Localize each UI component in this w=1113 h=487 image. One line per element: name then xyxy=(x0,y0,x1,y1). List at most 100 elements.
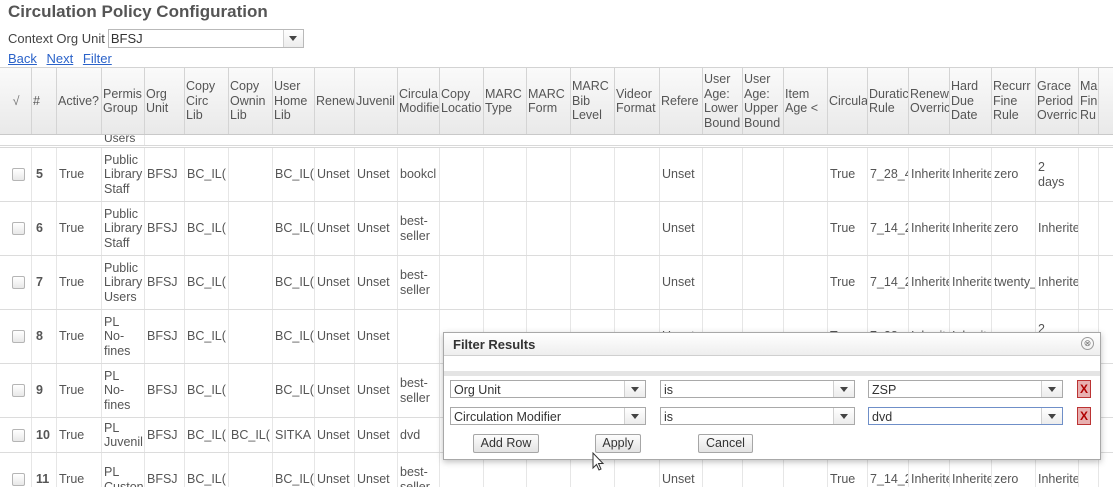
chevron-down-icon[interactable] xyxy=(833,408,854,424)
column-header[interactable]: Circula Modifie xyxy=(398,68,440,134)
close-icon[interactable]: ⊗ xyxy=(1081,337,1094,350)
remove-row-button[interactable]: X xyxy=(1077,380,1091,398)
column-header[interactable]: Renew Overric xyxy=(909,68,950,134)
table-cell: 7_28_4 xyxy=(868,148,909,201)
table-row[interactable]: 5 True Public Library Staff BFSJ BC_IL(BC_IL(U… xyxy=(0,148,1113,202)
column-header[interactable]: Copy Circ Lib xyxy=(185,68,229,134)
table-cell xyxy=(229,364,273,417)
table-cell xyxy=(1079,202,1099,255)
filter-field-select[interactable]: Circulation Modifier xyxy=(450,407,646,425)
table-cell: BC_IL( xyxy=(185,453,229,487)
table-cell xyxy=(398,310,440,363)
table-row-partial: Users xyxy=(0,135,1113,148)
filter-link[interactable]: Filter xyxy=(83,51,112,66)
chevron-down-icon[interactable] xyxy=(1041,381,1062,397)
column-header[interactable]: Active? xyxy=(57,68,102,134)
column-header[interactable]: Videor Format xyxy=(615,68,660,134)
table-cell: BC_IL( xyxy=(185,418,229,452)
table-cell: Inherite xyxy=(1036,256,1079,309)
row-checkbox[interactable] xyxy=(12,473,25,486)
table-cell xyxy=(784,148,828,201)
column-header[interactable]: Hard Due Date xyxy=(950,68,992,134)
column-header[interactable]: # xyxy=(32,68,57,134)
column-header[interactable]: Refere xyxy=(660,68,703,134)
column-header[interactable]: User Age: Upper Bound xyxy=(743,68,784,134)
remove-row-button[interactable]: X xyxy=(1077,407,1091,425)
row-checkbox[interactable] xyxy=(12,222,25,235)
table-cell: Unset xyxy=(355,202,398,255)
table-cell: True xyxy=(57,256,102,309)
filter-operator-value: is xyxy=(664,410,674,424)
chevron-down-icon[interactable] xyxy=(1041,408,1062,424)
table-cell: PL No-fines xyxy=(102,310,145,363)
column-header[interactable]: MARC Type xyxy=(484,68,527,134)
filter-field-value: Circulation Modifier xyxy=(454,410,561,424)
chevron-down-icon[interactable] xyxy=(833,381,854,397)
filter-field-value: Org Unit xyxy=(454,383,501,397)
table-cell xyxy=(484,256,527,309)
column-header[interactable]: Item Age < xyxy=(784,68,828,134)
column-header[interactable]: Copy Ownin Lib xyxy=(229,68,273,134)
apply-button[interactable]: Apply xyxy=(595,434,641,453)
table-cell: Inherite xyxy=(909,202,950,255)
table-cell: Unset xyxy=(315,453,355,487)
table-cell: True xyxy=(57,202,102,255)
filter-operator-select[interactable]: is xyxy=(660,380,855,398)
chevron-down-icon[interactable] xyxy=(624,408,645,424)
table-cell: 5 xyxy=(32,148,57,201)
filter-operator-select[interactable]: is xyxy=(660,407,855,425)
column-header[interactable]: MARC Form xyxy=(527,68,571,134)
select-all-header[interactable]: √ xyxy=(0,68,32,134)
context-org-unit-select[interactable]: BFSJ xyxy=(107,28,304,48)
row-checkbox[interactable] xyxy=(12,330,25,343)
table-cell: BC_IL( xyxy=(273,364,315,417)
row-checkbox-cell xyxy=(0,256,32,309)
context-org-unit-row: Context Org Unit BFSJ xyxy=(8,28,304,48)
column-header[interactable]: Recurr Fine Rule xyxy=(992,68,1036,134)
column-header[interactable]: Ma Fin Ru xyxy=(1079,68,1099,134)
row-checkbox[interactable] xyxy=(12,428,25,442)
column-header[interactable]: Renew xyxy=(315,68,355,134)
table-cell xyxy=(1079,256,1099,309)
column-header[interactable]: Permis Group xyxy=(102,68,145,134)
table-cell xyxy=(440,202,484,255)
table-row[interactable]: 7 True Public Library Users BFSJ BC_IL(BC_IL(U… xyxy=(0,256,1113,310)
column-header[interactable]: MARC Bib Level xyxy=(571,68,615,134)
column-header[interactable]: Org Unit xyxy=(145,68,185,134)
table-cell: bookcl xyxy=(398,148,440,201)
column-header[interactable]: User Age: Lower Bound xyxy=(703,68,743,134)
table-cell: BC_IL( xyxy=(185,148,229,201)
add-row-button[interactable]: Add Row xyxy=(473,434,539,453)
column-header[interactable]: Grace Period Overric xyxy=(1036,68,1079,134)
back-link[interactable]: Back xyxy=(8,51,37,66)
filter-field-select[interactable]: Org Unit xyxy=(450,380,646,398)
table-cell: Unset xyxy=(315,364,355,417)
table-cell: Unset xyxy=(660,256,703,309)
column-header[interactable]: Duratic Rule xyxy=(868,68,909,134)
column-header[interactable]: Copy Locatio xyxy=(440,68,484,134)
table-cell: dvd xyxy=(398,418,440,452)
row-checkbox[interactable] xyxy=(12,168,25,181)
table-cell: BC_IL( xyxy=(273,148,315,201)
column-header[interactable]: Circula xyxy=(828,68,868,134)
column-header[interactable]: Juvenil xyxy=(355,68,398,134)
cancel-button[interactable]: Cancel xyxy=(698,434,753,453)
table-cell: Unset xyxy=(315,418,355,452)
table-cell: BC_IL( xyxy=(229,418,273,452)
row-checkbox-cell xyxy=(0,202,32,255)
next-link[interactable]: Next xyxy=(47,51,74,66)
table-cell xyxy=(703,256,743,309)
chevron-down-icon[interactable] xyxy=(624,381,645,397)
table-cell xyxy=(703,202,743,255)
row-checkbox[interactable] xyxy=(12,276,25,289)
filter-value-select[interactable]: ZSP xyxy=(868,380,1063,398)
table-row[interactable]: 6 True Public Library Staff BFSJ BC_IL(BC_IL(U… xyxy=(0,202,1113,256)
filter-value-select[interactable]: dvd xyxy=(868,407,1063,425)
chevron-down-icon[interactable] xyxy=(282,29,303,47)
table-cell: 6 xyxy=(32,202,57,255)
page-title: Circulation Policy Configuration xyxy=(8,2,268,21)
column-header[interactable]: User Home Lib xyxy=(273,68,315,134)
row-checkbox[interactable] xyxy=(12,384,25,397)
table-cell: BFSJ xyxy=(145,256,185,309)
table-cell xyxy=(784,256,828,309)
